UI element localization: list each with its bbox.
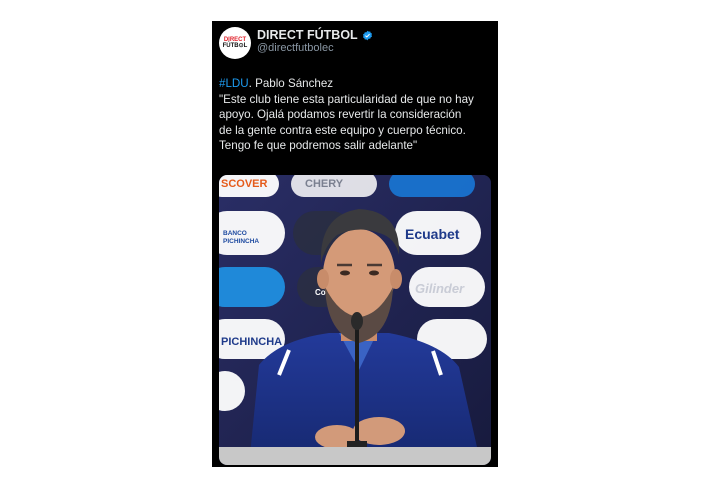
press-conference-photo: SCOVER CHERY BANCO PICHINCHA Ecuabet Cob… xyxy=(219,175,491,465)
quote-line-4: Tengo fe que podremos salir adelante" xyxy=(219,139,418,152)
svg-text:Ecuabet: Ecuabet xyxy=(405,226,460,242)
svg-text:PICHINCHA: PICHINCHA xyxy=(223,238,259,245)
author-name[interactable]: DIRECT FÚTBOL xyxy=(257,28,358,42)
svg-text:SCOVER: SCOVER xyxy=(221,178,268,190)
avatar-logo-line2: FÚTB⊙L xyxy=(222,42,248,49)
quote-line-1: "Este club tiene esta particularidad de … xyxy=(219,92,474,106)
author-name-row[interactable]: DIRECT FÚTBOL xyxy=(257,28,373,42)
svg-text:BANCO: BANCO xyxy=(223,230,247,237)
tweet-card[interactable]: DIRECT FÚTB⊙L DIRECT FÚTBOL @directfutbo… xyxy=(212,21,498,467)
quote-line-3: de la gente contra este equipo y cuerpo … xyxy=(219,123,466,137)
verified-badge-icon xyxy=(362,30,372,40)
quote-line-2: apoyo. Ojalá podamos revertir la conside… xyxy=(219,108,462,121)
svg-text:PICHINCHA: PICHINCHA xyxy=(221,336,282,348)
author-handle[interactable]: @directfutbolec xyxy=(257,42,334,54)
tweet-text: #LDU. Pablo Sánchez "Este club tiene est… xyxy=(219,76,494,154)
tweet-text-lead: . Pablo Sánchez xyxy=(248,77,334,90)
tweet-photo[interactable]: SCOVER CHERY BANCO PICHINCHA Ecuabet Cob… xyxy=(219,175,491,465)
avatar[interactable]: DIRECT FÚTB⊙L xyxy=(219,27,251,59)
svg-text:CHERY: CHERY xyxy=(305,178,344,190)
hashtag-link[interactable]: #LDU xyxy=(219,77,249,90)
svg-text:Gilinder: Gilinder xyxy=(415,281,465,296)
